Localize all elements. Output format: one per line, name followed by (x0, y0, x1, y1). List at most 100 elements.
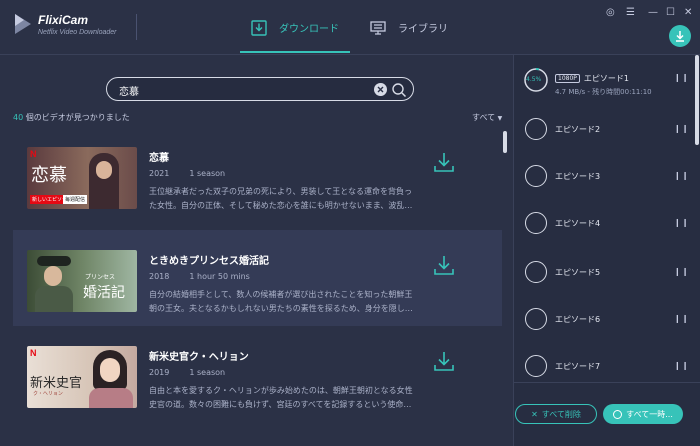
result-count: 40 個のビデオが見つかりました (13, 112, 130, 123)
download-icon[interactable] (433, 151, 455, 173)
tab-library[interactable]: ライブラリ (370, 0, 448, 55)
pause-icon[interactable]: ❙❙ (674, 73, 689, 82)
episode-item-5[interactable]: エピソード5 ❙❙ (514, 255, 700, 303)
app-subtitle: Netflix Video Downloader (38, 29, 117, 36)
pause-icon[interactable]: ❙❙ (674, 267, 689, 276)
panel-divider (514, 382, 700, 383)
progress-ring (525, 308, 547, 330)
result-number: 40 (13, 113, 24, 122)
search-input[interactable]: 恋慕 (119, 83, 139, 98)
episode-item-1[interactable]: 4.5% 1080P エピソード1 4.7 MB/s - 残り時間00:11:10… (514, 61, 700, 109)
progress-ring (525, 212, 547, 234)
app-name: FlixiCam (38, 13, 89, 27)
thumbnail-title: 婚活記 (83, 285, 125, 301)
episode-title: エピソード2 (555, 125, 601, 134)
close-icon[interactable]: ✕ (684, 7, 692, 18)
weekly-badge: 毎週配信 (63, 195, 88, 204)
thumbnail-subtitle: プリンセス (85, 274, 116, 281)
delete-all-button[interactable]: ✕ すべて削除 (515, 404, 597, 424)
list-item[interactable]: N 新米史官 ク・ヘリョン 新米史官ク・ヘリョン 2019 1 season 自… (13, 326, 502, 422)
download-queue-panel: 4.5% 1080P エピソード1 4.7 MB/s - 残り時間00:11:10… (513, 55, 700, 446)
close-icon: ✕ (531, 409, 538, 419)
header-divider (136, 14, 137, 40)
queue-scrollbar[interactable] (695, 55, 699, 145)
brand: FlixiCam Netflix Video Downloader (38, 13, 116, 36)
list-item[interactable]: N 恋慕 新しいエピソード 毎週配信 恋慕 2021 1 season 王位継承… (13, 127, 502, 223)
clear-search-button[interactable] (374, 83, 387, 96)
thumbnail: プリンセス 婚活記 (27, 250, 137, 312)
episode-item-3[interactable]: エピソード3 ❙❙ (514, 159, 700, 207)
episode-item-2[interactable]: エピソード2 ❙❙ (514, 112, 700, 160)
item-duration: 1 season (189, 368, 226, 377)
item-meta: 2018 1 hour 50 mins (149, 272, 250, 281)
result-text: 個のビデオが見つかりました (23, 113, 130, 122)
download-icon[interactable] (433, 350, 455, 372)
minimize-icon[interactable]: — (648, 7, 658, 18)
episode-title: エピソード5 (555, 268, 601, 277)
maximize-icon[interactable]: ☐ (666, 7, 675, 18)
delete-all-label: すべて削除 (541, 409, 581, 419)
title-bar: FlixiCam Netflix Video Downloader ダウンロード… (0, 0, 700, 55)
flixicam-logo (15, 14, 31, 34)
episode-title: エピソード1 (583, 74, 629, 83)
pause-icon[interactable]: ❙❙ (674, 361, 689, 370)
progress-ring (525, 261, 547, 283)
monitor-icon (370, 20, 386, 35)
item-title: ときめきプリンセス婚活記 (149, 256, 269, 267)
person-figure (89, 388, 133, 408)
episode-title: エピソード4 (555, 219, 601, 228)
download-icon[interactable] (433, 254, 455, 276)
item-meta: 2021 1 season (149, 169, 225, 178)
item-description: 自由と本を愛するク・ヘリョンが歩み始めたのは、朝鮮王朝初となる女性史官の道。数々… (149, 386, 413, 409)
progress-ring (525, 118, 547, 140)
netflix-logo: N (30, 149, 37, 159)
download-tray-icon (251, 19, 267, 36)
results-scrollbar[interactable] (503, 131, 507, 153)
thumbnail-title: 恋慕 (31, 165, 67, 186)
filter-dropdown[interactable]: すべて ▼ (472, 112, 502, 123)
thumbnail: N 新米史官 ク・ヘリョン (27, 346, 137, 408)
episode-item-4[interactable]: エピソード4 ❙❙ (514, 206, 700, 254)
pause-icon[interactable]: ❙❙ (674, 124, 689, 133)
person-figure (35, 286, 73, 312)
download-queue-button[interactable] (669, 25, 691, 47)
item-meta: 2019 1 season (149, 368, 225, 377)
progress-percent: 4.5% (526, 76, 542, 83)
pause-icon[interactable]: ❙❙ (674, 171, 689, 180)
list-item[interactable]: プリンセス 婚活記 ときめきプリンセス婚活記 2018 1 hour 50 mi… (13, 230, 502, 326)
item-description: 王位継承者だった双子の兄弟の死により、男装して王となる運命を背負った女性。自分の… (149, 187, 413, 210)
progress-ring (525, 165, 547, 187)
download-arrow-icon (676, 31, 684, 42)
item-year: 2021 (149, 169, 170, 178)
item-title: 新米史官ク・ヘリョン (149, 352, 249, 363)
tab-library-label: ライブラリ (398, 24, 448, 35)
pause-all-label: すべて一時... (626, 409, 673, 419)
pause-icon[interactable]: ❙❙ (674, 314, 689, 323)
search-bar[interactable]: 恋慕 (106, 77, 414, 101)
tab-download[interactable]: ダウンロード (240, 0, 350, 55)
thumbnail-subtitle: ク・ヘリョン (33, 391, 63, 397)
thumbnail-title: 新米史官 (30, 376, 83, 391)
episode-label: 1080P エピソード1 (555, 73, 629, 84)
person-face (96, 161, 112, 179)
item-duration: 1 season (189, 169, 226, 178)
episode-title: エピソード3 (555, 172, 601, 181)
netflix-logo: N (30, 348, 37, 358)
person-hat (37, 256, 71, 266)
pause-all-button[interactable]: すべて一時... (603, 404, 683, 424)
quality-badge: 1080P (555, 74, 580, 83)
chevron-down-icon: ▼ (497, 115, 503, 122)
episode-item-7[interactable]: エピソード7 ❙❙ (514, 349, 700, 397)
episode-title: エピソード6 (555, 315, 601, 324)
filter-label: すべて (472, 113, 496, 122)
menu-icon[interactable]: ☰ (626, 7, 635, 18)
item-title: 恋慕 (149, 153, 169, 164)
close-icon (377, 86, 384, 93)
settings-icon[interactable]: ◎ (606, 7, 615, 18)
person-face (44, 266, 62, 286)
pause-icon[interactable]: ❙❙ (674, 218, 689, 227)
item-year: 2019 (149, 368, 170, 377)
search-icon[interactable] (391, 82, 407, 98)
episode-item-6[interactable]: エピソード6 ❙❙ (514, 302, 700, 350)
item-duration: 1 hour 50 mins (189, 272, 250, 281)
